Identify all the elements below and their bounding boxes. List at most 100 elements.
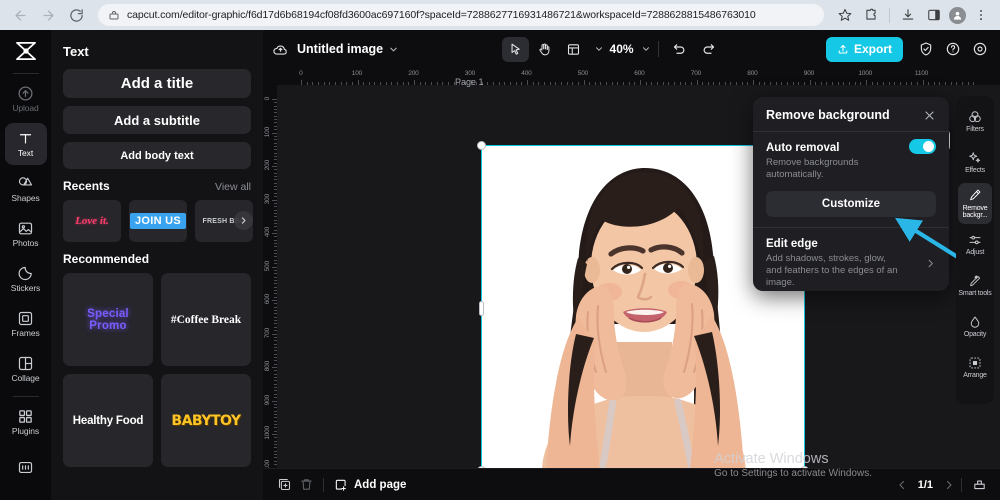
page-indicator-group: 1/1: [896, 479, 955, 491]
site-info-icon[interactable]: [108, 9, 120, 21]
recommended-template-item[interactable]: Special Promo: [63, 273, 153, 366]
bookmark-star-icon[interactable]: [834, 4, 856, 26]
next-page-icon[interactable]: [943, 479, 955, 491]
right-rail-item-filters[interactable]: Filters: [958, 101, 992, 142]
right-rail-label: Smart tools: [958, 290, 992, 298]
browser-toolbar: capcut.com/editor-graphic/f6d17d6b68194c…: [0, 0, 1000, 30]
sidebar-item-frames[interactable]: Frames: [5, 303, 47, 345]
sidebar-item-text[interactable]: Text: [4, 123, 47, 165]
whiteboard-icon: [17, 459, 34, 476]
auto-removal-toggle[interactable]: [909, 139, 936, 154]
redo-button[interactable]: [695, 37, 722, 62]
chevron-down-icon[interactable]: [388, 44, 399, 55]
add-page-label: Add page: [354, 478, 407, 491]
document-title[interactable]: Untitled image: [297, 42, 383, 56]
sidebar-item-photos[interactable]: Photos: [5, 213, 47, 255]
browser-forward-button[interactable]: [36, 3, 60, 27]
recent-template-item[interactable]: Love it.: [63, 200, 121, 242]
downloads-icon[interactable]: [897, 4, 919, 26]
help-icon[interactable]: [941, 38, 964, 61]
cloud-save-icon: [272, 41, 289, 58]
sidebar-item-collage[interactable]: Collage: [5, 348, 47, 390]
sidebar-item-more[interactable]: [5, 446, 47, 488]
ruler-tick-label: 0: [264, 97, 271, 101]
left-navigation-rail: Upload Text Shapes Photos Stickers Frame…: [0, 30, 51, 500]
ruler-tick-label: 400: [521, 70, 532, 77]
extensions-icon[interactable]: [860, 4, 882, 26]
recommended-template-item[interactable]: Healthy Food: [63, 374, 153, 467]
timeline-icon[interactable]: [968, 474, 990, 496]
add-body-text-button[interactable]: Add body text: [63, 142, 251, 169]
zoom-level-value[interactable]: 40%: [610, 42, 634, 56]
right-rail-item-effects[interactable]: Effects: [958, 142, 992, 183]
ruler-tick-label: 100: [264, 126, 271, 137]
right-rail-item-adjust[interactable]: Adjust: [958, 224, 992, 265]
ruler-tick-label: 500: [577, 70, 589, 77]
prev-page-icon[interactable]: [896, 479, 908, 491]
recent-template-item[interactable]: JOIN US: [129, 200, 187, 242]
ruler-tick-label: 100: [351, 70, 363, 77]
recommended-template-item[interactable]: BABYTOY: [161, 374, 251, 467]
add-title-button[interactable]: Add a title: [63, 69, 251, 98]
carousel-next-icon[interactable]: [234, 211, 253, 230]
side-panel-icon[interactable]: [923, 4, 945, 26]
ruler-corner: [263, 68, 277, 85]
export-button[interactable]: Export: [826, 36, 904, 62]
right-rail-item-opacity[interactable]: Opacity: [958, 306, 992, 347]
layout-chevron-down-icon[interactable]: [594, 44, 604, 54]
opacity-icon: [968, 314, 982, 329]
select-tool-button[interactable]: [501, 36, 529, 62]
settings-gear-icon[interactable]: [968, 38, 991, 61]
watermark-title: Activate Windows: [714, 451, 829, 467]
horizontal-ruler[interactable]: 0 100 200 300 400 500 600 700 800 900 1000 1100: [277, 68, 1000, 85]
export-label: Export: [854, 42, 893, 56]
sidebar-item-label: Frames: [11, 328, 40, 339]
ruler-tick-label: 200: [408, 70, 419, 77]
customize-button[interactable]: Customize: [766, 190, 936, 217]
vertical-ruler[interactable]: 0 100 200 300 400 500 600 700 800 900 1000 1100: [263, 85, 277, 485]
right-rail-item-smart-tools[interactable]: Smart tools: [958, 265, 992, 306]
right-rail-item-remove-background[interactable]: Remove backgr...: [958, 183, 992, 224]
recommended-template-item[interactable]: #Coffee Break: [161, 273, 251, 366]
add-page-button[interactable]: Add page: [334, 478, 406, 492]
browser-address-bar[interactable]: capcut.com/editor-graphic/f6d17d6b68194c…: [98, 4, 824, 26]
right-tool-rail: Filters Effects Remove backgr... Adjust …: [956, 96, 994, 404]
effects-icon: [968, 150, 982, 165]
duplicate-page-icon[interactable]: [273, 474, 295, 496]
browser-menu-icon[interactable]: [970, 4, 992, 26]
arrange-icon: [968, 355, 982, 370]
browser-back-button[interactable]: [8, 3, 32, 27]
recents-view-all-link[interactable]: View all: [215, 181, 251, 193]
chevron-right-icon[interactable]: [925, 258, 936, 269]
plugins-icon: [17, 408, 34, 425]
right-rail-item-arrange[interactable]: Arrange: [958, 347, 992, 388]
delete-page-icon[interactable]: [295, 474, 317, 496]
capcut-logo-icon[interactable]: [9, 36, 43, 66]
profile-avatar[interactable]: [949, 6, 966, 24]
browser-reload-button[interactable]: [64, 3, 88, 27]
sidebar-item-shapes[interactable]: Shapes: [5, 168, 47, 210]
rail-divider: [12, 73, 39, 74]
sidebar-item-plugins[interactable]: Plugins: [5, 401, 47, 443]
smart-tools-icon: [968, 273, 982, 288]
privacy-shield-icon[interactable]: [914, 38, 937, 61]
resize-handle-top-left[interactable]: [477, 141, 486, 150]
ruler-tick-label: 700: [264, 327, 271, 338]
zoom-chevron-down-icon[interactable]: [641, 44, 651, 54]
shapes-icon: [17, 175, 34, 192]
recent-template-text: JOIN US: [129, 213, 187, 229]
bottom-divider: [323, 477, 324, 492]
sidebar-item-upload[interactable]: Upload: [5, 78, 47, 120]
undo-button[interactable]: [666, 37, 693, 62]
resize-handle-left[interactable]: [479, 301, 484, 316]
filters-icon: [968, 109, 982, 124]
add-subtitle-button[interactable]: Add a subtitle: [63, 106, 251, 134]
hand-tool-button[interactable]: [531, 37, 558, 62]
edit-edge-section[interactable]: Edit edge Add shadows, strokes, glow, an…: [766, 228, 936, 290]
remove-background-popover: Remove background Auto removal Remove ba…: [753, 97, 949, 291]
bottom-divider-2: [961, 477, 962, 492]
layout-tool-button[interactable]: [560, 37, 587, 62]
sidebar-item-label: Text: [17, 148, 34, 159]
sidebar-item-stickers[interactable]: Stickers: [5, 258, 47, 300]
close-icon[interactable]: [923, 109, 936, 122]
